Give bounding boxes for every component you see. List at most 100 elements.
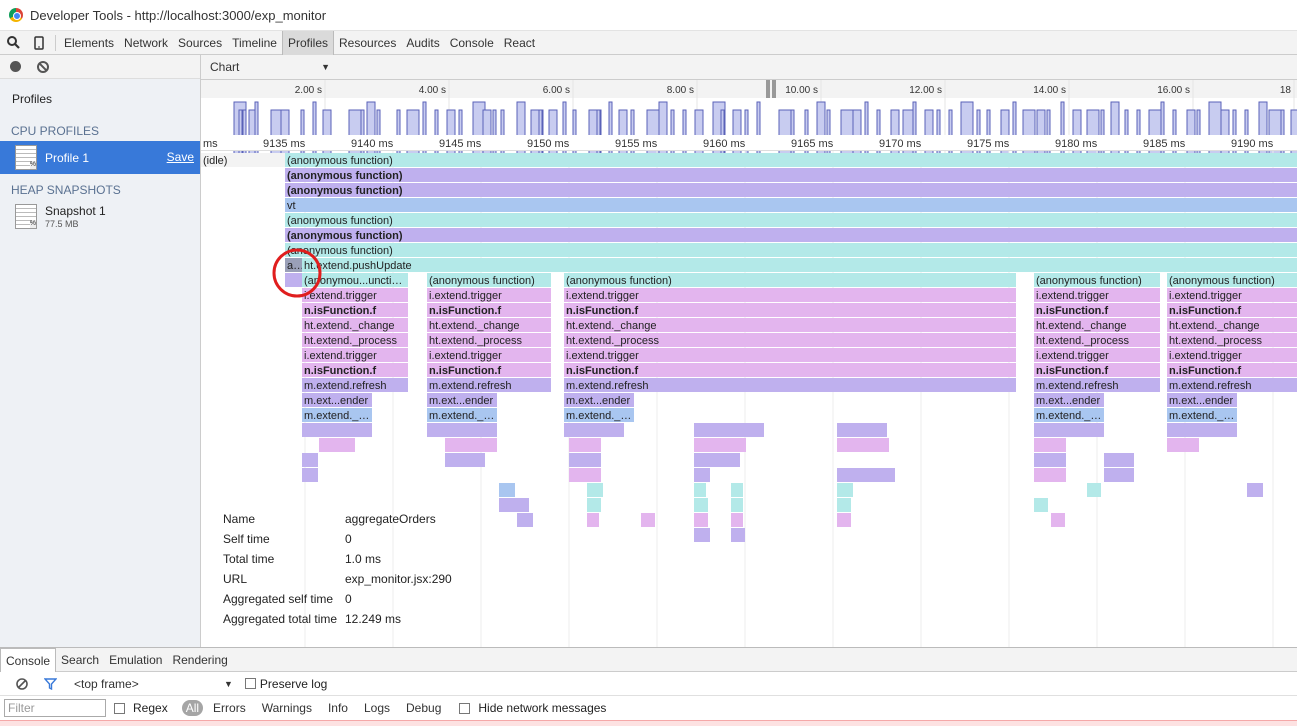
tab-network[interactable]: Network [119,31,173,55]
flame-frame[interactable] [285,213,1297,227]
flame-frame[interactable] [302,468,318,482]
flame-frame[interactable] [285,198,1297,212]
flame-frame[interactable] [587,483,603,497]
tab-react[interactable]: React [499,31,540,55]
flame-frame[interactable] [285,183,1297,197]
tab-sources[interactable]: Sources [173,31,227,55]
flame-frame[interactable] [1104,453,1134,467]
flame-frame[interactable] [694,483,706,497]
level-logs[interactable]: Logs [358,701,396,715]
flame-frame[interactable] [837,483,853,497]
flame-frame[interactable] [641,513,655,527]
drawer-tab-rendering[interactable]: Rendering [167,648,232,672]
flame-frame[interactable] [285,228,1297,242]
sidebar-item-profile-1[interactable]: % Profile 1 Save [0,141,200,174]
level-warnings[interactable]: Warnings [256,701,318,715]
flame-frame[interactable] [499,498,529,512]
tab-timeline[interactable]: Timeline [227,31,282,55]
device-icon[interactable] [26,31,52,55]
flame-frame[interactable] [587,498,601,512]
flame-frame[interactable] [694,513,708,527]
flame-frame[interactable] [427,423,497,437]
level-debug[interactable]: Debug [400,701,447,715]
preserve-log-checkbox[interactable] [244,678,256,689]
flame-frame[interactable] [302,423,372,437]
flame-frame[interactable] [1104,468,1134,482]
flame-frame[interactable] [285,273,302,287]
flame-frame[interactable] [569,453,601,467]
flame-frame[interactable] [517,513,533,527]
flame-frame[interactable] [302,453,318,467]
flame-frame[interactable] [499,483,515,497]
flame-frame[interactable] [1034,498,1048,512]
flame-frame[interactable] [1034,438,1066,452]
view-select[interactable]: Chart ▼ [210,60,330,74]
filter-input[interactable]: Filter [4,699,106,717]
ruler-tick-label: 9155 ms [615,138,658,150]
flame-frame[interactable] [569,468,601,482]
flame-frame[interactable] [1167,423,1237,437]
search-icon[interactable] [0,31,26,55]
flame-frame[interactable] [837,423,887,437]
drawer-tab-emulation[interactable]: Emulation [104,648,167,672]
flame-frame[interactable] [694,438,746,452]
save-link[interactable]: Save [167,150,194,164]
flame-frame[interactable] [1034,468,1066,482]
tab-audits[interactable]: Audits [401,31,444,55]
snapshot-size: 77.5 MB [45,219,79,229]
flame-frame[interactable] [694,468,710,482]
flame-frame[interactable] [1247,483,1263,497]
flame-frame[interactable] [587,513,599,527]
flame-frame[interactable] [694,453,740,467]
hide-network-checkbox[interactable] [459,702,471,714]
flame-frame[interactable] [1034,453,1066,467]
flame-frame[interactable] [445,453,485,467]
tab-profiles[interactable]: Profiles [281,30,334,55]
flame-frame[interactable] [285,243,1297,257]
flame-frame[interactable] [285,153,1297,167]
flame-frame[interactable] [837,438,889,452]
level-info[interactable]: Info [322,701,354,715]
flame-frame[interactable] [1087,483,1101,497]
flame-frame[interactable] [564,423,624,437]
flame-frame[interactable] [731,483,743,497]
flame-frame[interactable] [837,468,895,482]
tab-resources[interactable]: Resources [334,31,401,55]
flame-frame[interactable] [302,258,1297,272]
clear-icon[interactable] [37,60,49,73]
flame-frame[interactable] [694,528,710,542]
overview-window-left-handle[interactable] [766,80,770,98]
overview-tick-label: 14.00 s [1033,85,1066,96]
flame-frame[interactable] [837,513,851,527]
drawer-tab-console[interactable]: Console [0,647,57,672]
level-errors[interactable]: Errors [207,701,252,715]
ruler-tick-label: 9175 ms [967,138,1010,150]
tab-console[interactable]: Console [445,31,499,55]
flame-frame[interactable] [445,438,497,452]
flame-frame[interactable] [285,168,1297,182]
drawer-tab-search[interactable]: Search [56,648,104,672]
frame-select[interactable]: <top frame> [74,677,224,691]
flame-frame[interactable] [694,498,708,512]
overview-tick-label: 18 [1280,85,1292,96]
flame-frame[interactable] [319,438,355,452]
regex-checkbox[interactable] [114,702,125,714]
overview-window-right-handle[interactable] [772,80,776,98]
flame-frame-label: m.extend.refresh [1036,380,1119,392]
flame-frame[interactable] [1167,438,1199,452]
filter-icon[interactable] [36,677,64,690]
flame-frame[interactable] [837,498,851,512]
flame-frame[interactable] [731,498,743,512]
flame-frame[interactable] [1051,513,1065,527]
record-icon[interactable] [10,61,21,72]
sidebar-item-snapshot-1[interactable]: % Snapshot 1 77.5 MB [0,200,200,233]
flame-frame[interactable] [1034,423,1104,437]
flame-frame[interactable] [731,513,743,527]
tab-elements[interactable]: Elements [59,31,119,55]
flame-frame-label: ht.extend._change [1169,320,1260,332]
flame-frame[interactable] [731,528,745,542]
flame-frame[interactable] [694,423,764,437]
flame-frame[interactable] [569,438,601,452]
clear-console-icon[interactable] [8,677,36,690]
level-all[interactable]: All [181,700,204,716]
